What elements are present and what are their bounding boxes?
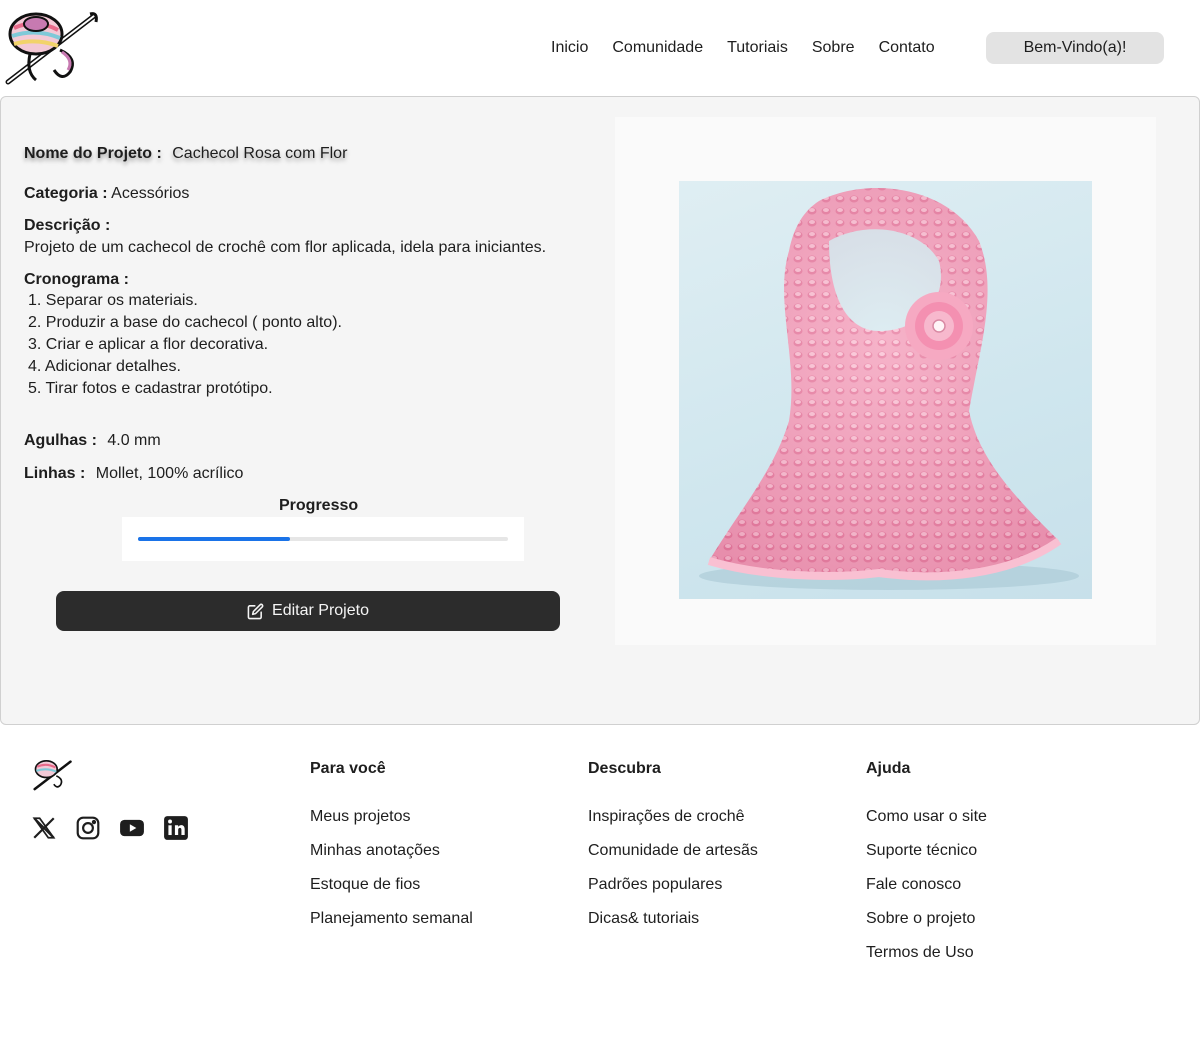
yarn-crochet-logo[interactable] [4,10,100,86]
footer-column-title: Ajuda [866,760,911,777]
footer-link[interactable]: Estoque de fios [310,876,473,910]
progress-bar [138,537,508,541]
main-nav: Inicio Comunidade Tutoriais Sobre Contat… [551,38,959,58]
footer-column-title: Descubra [588,760,661,777]
site-footer: Para você Meus projetos Minhas anotações… [0,726,1200,1050]
footer-link[interactable]: Comunidade de artesãs [588,842,758,876]
threads-value: Mollet, 100% acrílico [95,465,244,482]
youtube-icon[interactable] [118,814,146,842]
footer-link[interactable]: Minhas anotações [310,842,473,876]
schedule-list: 1. Separar os materiais. 2. Produzir a b… [24,292,342,402]
progress-panel [122,517,524,561]
footer-link[interactable]: Suporte técnico [866,842,987,876]
category-value: Acessórios [111,185,190,202]
project-name-value: Cachecol Rosa com Flor [172,145,348,162]
site-header: Inicio Comunidade Tutoriais Sobre Contat… [0,0,1200,96]
footer-column-ajuda: Ajuda Como usar o site Suporte técnico F… [866,760,987,978]
linkedin-icon[interactable] [162,814,190,842]
threads-label: Linhas : [24,465,86,482]
edit-project-label: Editar Projeto [272,602,369,619]
needles-label: Agulhas : [24,432,97,449]
social-links [30,814,190,842]
needles-value: 4.0 mm [107,432,161,449]
project-card: Nome do Projeto : Cachecol Rosa com Flor… [0,96,1200,725]
footer-link[interactable]: Padrões populares [588,876,758,910]
footer-link[interactable]: Dicas& tutoriais [588,910,758,944]
schedule-label: Cronograma : [24,271,129,288]
footer-column-para-voce: Para você Meus projetos Minhas anotações… [310,760,473,944]
category-label: Categoria : [24,185,108,202]
project-name-row: Nome do Projeto : Cachecol Rosa com Flor [24,145,347,163]
schedule-step: 5. Tirar fotos e cadastrar protótipo. [28,380,273,397]
edit-project-button[interactable]: Editar Projeto [56,591,560,631]
yarn-crochet-logo-small[interactable] [33,758,73,792]
schedule-step: 3. Criar e aplicar a flor decorativa. [28,336,269,353]
project-photo-frame [615,117,1156,645]
footer-link[interactable]: Como usar o site [866,808,987,842]
progress-bar-fill [138,537,290,541]
instagram-icon[interactable] [74,814,102,842]
needles-row: Agulhas : 4.0 mm [24,432,161,450]
description-text: Projeto de um cachecol de crochê com flo… [24,239,547,256]
threads-row: Linhas : Mollet, 100% acrílico [24,465,243,483]
footer-column-title: Para você [310,760,386,777]
crochet-flower [905,292,973,360]
footer-link[interactable]: Inspirações de crochê [588,808,758,842]
schedule-step: 4. Adicionar detalhes. [28,358,181,375]
project-name-label: Nome do Projeto : [24,145,162,162]
nav-comunidade[interactable]: Comunidade [612,38,703,58]
nav-inicio[interactable]: Inicio [551,38,588,58]
schedule-step: 2. Produzir a base do cachecol ( ponto a… [28,314,342,331]
nav-sobre[interactable]: Sobre [812,38,855,58]
footer-column-descubra: Descubra Inspirações de crochê Comunidad… [588,760,758,944]
nav-tutoriais[interactable]: Tutoriais [727,38,788,58]
schedule-step: 1. Separar os materiais. [28,292,198,309]
description-label: Descrição : [24,217,111,234]
category-row: Categoria : Acessórios [24,185,189,203]
footer-link[interactable]: Planejamento semanal [310,910,473,944]
footer-link[interactable]: Meus projetos [310,808,473,842]
edit-icon [247,603,264,619]
progress-label: Progresso [279,497,359,514]
pink-scarf-illustration [699,188,1079,590]
footer-link[interactable]: Fale conosco [866,876,987,910]
project-photo [679,181,1092,599]
welcome-button[interactable]: Bem-Vindo(a)! [986,32,1164,64]
footer-link[interactable]: Termos de Uso [866,944,987,978]
x-icon[interactable] [30,814,58,842]
footer-link[interactable]: Sobre o projeto [866,910,987,944]
nav-contato[interactable]: Contato [879,38,935,58]
